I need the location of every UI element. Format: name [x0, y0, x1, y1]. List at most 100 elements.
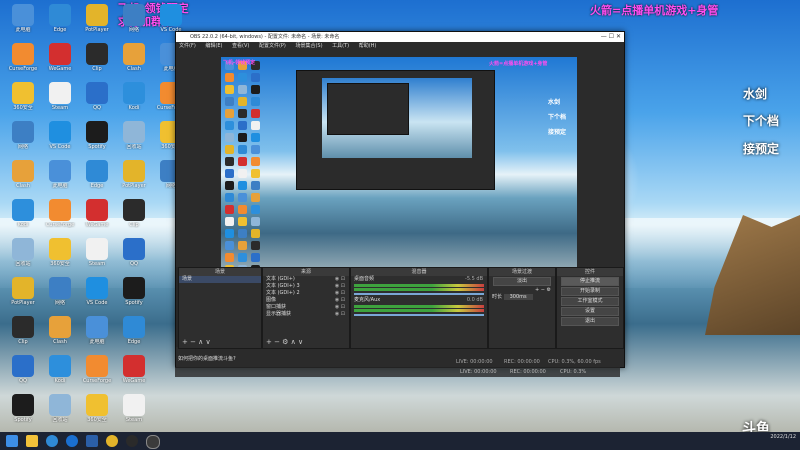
desktop-icon[interactable]: QQ	[77, 82, 117, 111]
duration-input[interactable]: 300ms	[503, 294, 533, 300]
desktop-icon-label: Edge	[127, 339, 141, 345]
desktop-icon[interactable]: Clash	[3, 160, 43, 189]
source-item[interactable]: 文本 (GDI+) ◉ ⊡	[263, 276, 349, 283]
source-tools[interactable]: + − ⚙ ∧ ∨	[266, 338, 303, 346]
source-item[interactable]: 文本 (GDI+) 2 ◉ ⊡	[263, 290, 349, 297]
desktop-icon[interactable]: CurseForge	[40, 199, 80, 228]
desktop-icon[interactable]: 回收站	[3, 238, 43, 267]
source-item[interactable]: 窗口捕获 ◉ ⊡	[263, 304, 349, 311]
volume-slider[interactable]	[354, 314, 484, 316]
volume-slider[interactable]	[354, 293, 484, 295]
desktop-icon[interactable]: CurseForge	[3, 43, 43, 72]
desktop-icon[interactable]: 回收站	[40, 394, 80, 423]
desktop-icon[interactable]: PotPlayer	[114, 160, 154, 189]
desktop-icon[interactable]: Edge	[114, 316, 154, 345]
start-recording-button[interactable]: 开始录制	[561, 287, 619, 296]
desktop-icon[interactable]: Spotify	[3, 394, 43, 423]
scene-tools[interactable]: + − ∧ ∨	[182, 338, 211, 346]
menu-scene-collection[interactable]: 场景集合(S)	[295, 43, 322, 49]
menu-tools[interactable]: 工具(T)	[332, 43, 349, 49]
eye-lock-icon[interactable]: ◉ ⊡	[335, 283, 345, 290]
desktop-icon[interactable]: Steam	[114, 394, 154, 423]
settings-button[interactable]: 设置	[561, 307, 619, 316]
desktop-icon[interactable]: Clash	[114, 43, 154, 72]
edge-icon[interactable]	[46, 435, 58, 447]
desktop-icon[interactable]: Kodi	[40, 355, 80, 384]
desktop-icon[interactable]: VS Code	[40, 121, 80, 150]
desktop-icon[interactable]: VS Code	[77, 277, 117, 306]
desktop-icon-label: 网络	[17, 144, 28, 150]
desktop-icon[interactable]: Clash	[40, 316, 80, 345]
desktop-icon[interactable]: 360安全	[40, 238, 80, 267]
desktop-icon[interactable]: 网络	[114, 4, 154, 33]
desktop-icon[interactable]: WeGame	[77, 199, 117, 228]
desktop-icon[interactable]: 360安全	[3, 82, 43, 111]
desktop-icon[interactable]: Steam	[40, 82, 80, 111]
mixer-header: 混音器	[351, 268, 487, 276]
app-icon	[86, 199, 108, 221]
source-item[interactable]: 图像 ◉ ⊡	[263, 297, 349, 304]
obs-preview[interactable]: 飞机-领钱预定 火箭=点播单机游戏+身管 水剑 下个档 接预定 斗鱼	[221, 57, 577, 292]
desktop-icon[interactable]: CurseForge	[77, 355, 117, 384]
menu-profile[interactable]: 配置文件(P)	[259, 43, 286, 49]
desktop-icon[interactable]: PotPlayer	[77, 4, 117, 33]
eye-lock-icon[interactable]: ◉ ⊡	[335, 311, 345, 318]
desktop-icon[interactable]: Clip	[77, 43, 117, 72]
system-tray[interactable]: 2022/1/12	[770, 434, 796, 441]
transition-select[interactable]: 淡出	[493, 277, 551, 286]
desktop-icon[interactable]: Kodi	[3, 199, 43, 228]
menu-edit[interactable]: 编辑(E)	[205, 43, 222, 49]
desktop-icon-label: 360安全	[50, 261, 70, 267]
exit-button[interactable]: 退出	[561, 317, 619, 326]
start-icon[interactable]	[6, 435, 18, 447]
desktop-icon[interactable]: Steam	[77, 238, 117, 267]
edge-dev-icon[interactable]	[66, 435, 78, 447]
studio-mode-button[interactable]: 工作室模式	[561, 297, 619, 306]
obs-window[interactable]: OBS 22.0.2 (64-bit, windows) - 配置文件: 未命名…	[175, 31, 625, 368]
eye-lock-icon[interactable]: ◉ ⊡	[335, 290, 345, 297]
desktop-icon[interactable]: 此电脑	[40, 160, 80, 189]
desktop-icon[interactable]: 网络	[3, 121, 43, 150]
desktop-icon[interactable]: WeGame	[40, 43, 80, 72]
source-item[interactable]: 显示器捕获 ◉ ⊡	[263, 311, 349, 318]
menu-file[interactable]: 文件(F)	[179, 43, 196, 49]
obs-titlebar[interactable]: OBS 22.0.2 (64-bit, windows) - 配置文件: 未命名…	[176, 32, 624, 42]
desktop-icon[interactable]: WeGame	[114, 355, 154, 384]
menu-help[interactable]: 帮助(H)	[359, 43, 377, 49]
desktop-icon[interactable]: VS Code	[151, 4, 191, 33]
obs-taskbar-icon[interactable]	[146, 435, 160, 449]
file-explorer-icon[interactable]	[26, 435, 38, 447]
right-label-3: 接预定	[743, 142, 780, 156]
eye-lock-icon[interactable]: ◉ ⊡	[335, 276, 345, 283]
desktop-icon[interactable]: Kodi	[114, 82, 154, 111]
desktop-icon[interactable]: Edge	[40, 4, 80, 33]
desktop-icon[interactable]: 此电脑	[3, 4, 43, 33]
desktop-icon[interactable]: QQ	[114, 238, 154, 267]
stop-streaming-button[interactable]: 停止推流	[561, 277, 619, 286]
app-icon	[123, 199, 145, 221]
desktop-icon[interactable]: Spotify	[77, 121, 117, 150]
preview-mini-icon	[238, 169, 247, 178]
desktop-icon[interactable]: 360安全	[77, 394, 117, 423]
chrome-icon[interactable]	[106, 435, 118, 447]
desktop-icon[interactable]: QQ	[3, 355, 43, 384]
desktop-icon[interactable]: 此电脑	[77, 316, 117, 345]
steam-icon[interactable]	[126, 435, 138, 447]
transition-tools[interactable]: + − ⚙	[489, 287, 555, 294]
eye-lock-icon[interactable]: ◉ ⊡	[335, 304, 345, 311]
desktop-icon[interactable]: PotPlayer	[3, 277, 43, 306]
scene-item[interactable]: 场景	[179, 276, 261, 283]
store-icon[interactable]	[86, 435, 98, 447]
desktop-icon[interactable]: Clip	[3, 316, 43, 345]
eye-lock-icon[interactable]: ◉ ⊡	[335, 297, 345, 304]
desktop-icon[interactable]: Edge	[77, 160, 117, 189]
desktop-icon[interactable]: 回收站	[114, 121, 154, 150]
desktop-icon[interactable]: Clip	[114, 199, 154, 228]
preview-mini-icon	[238, 217, 247, 226]
window-controls-icon[interactable]: — ☐ ✕	[601, 32, 621, 42]
preview-mini-icon	[225, 157, 234, 166]
desktop-icon[interactable]: Spotify	[114, 277, 154, 306]
source-item[interactable]: 文本 (GDI+) 3 ◉ ⊡	[263, 283, 349, 290]
menu-view[interactable]: 查看(V)	[232, 43, 249, 49]
desktop-icon[interactable]: 网络	[40, 277, 80, 306]
